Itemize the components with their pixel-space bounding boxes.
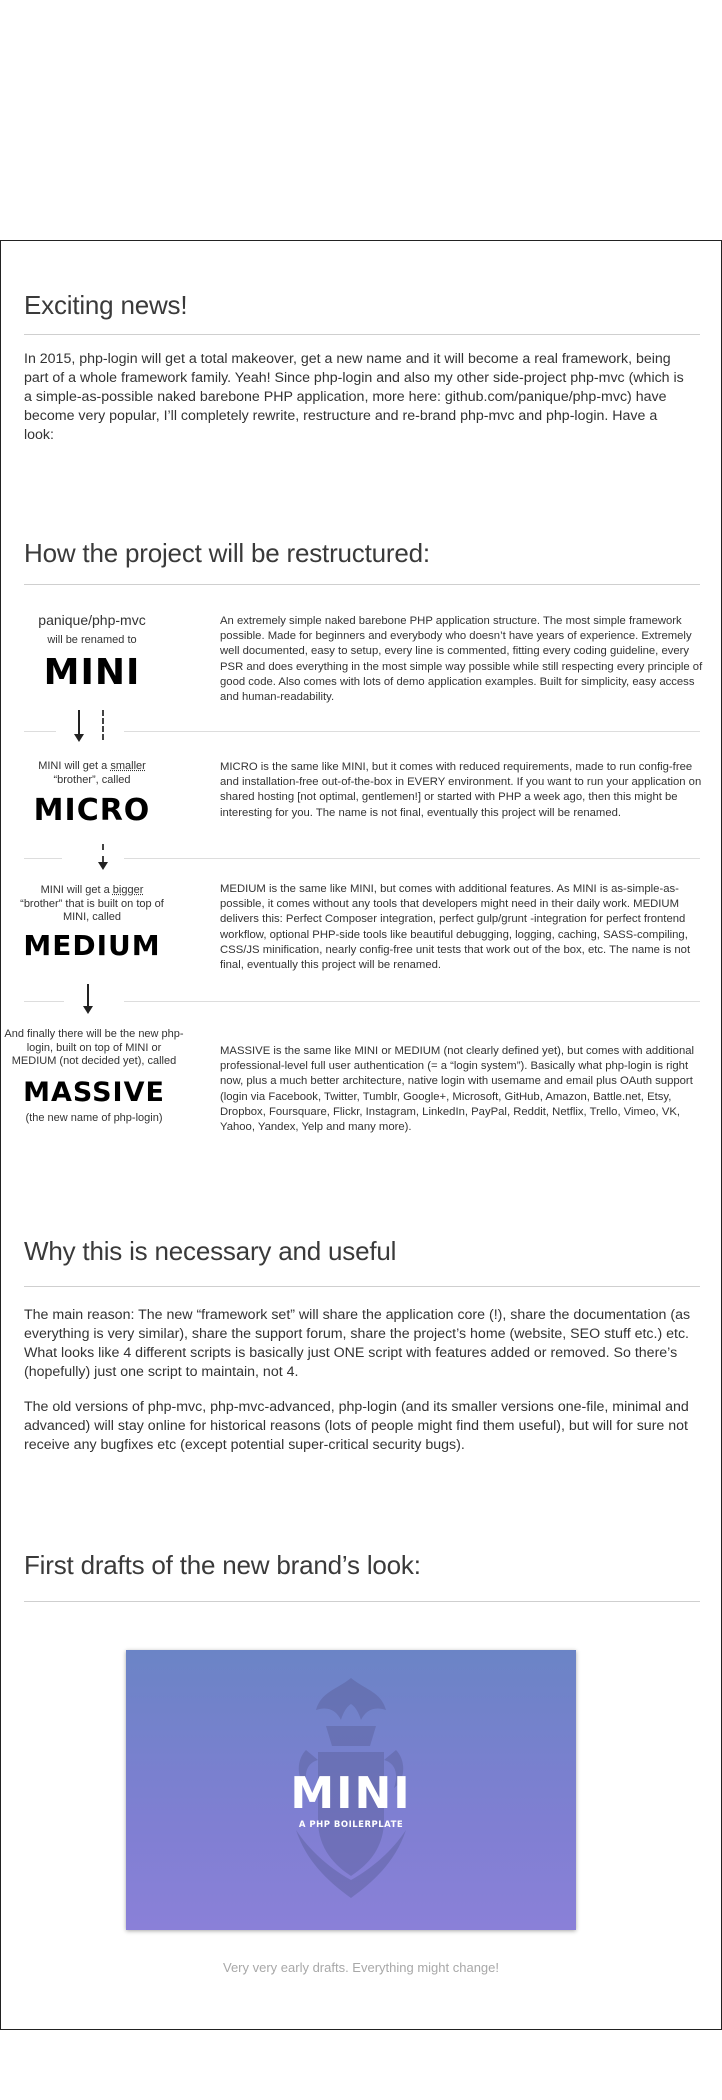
mini-description: An extremely simple naked barebone PHP a… <box>220 615 703 704</box>
row-separator <box>124 858 700 859</box>
why-paragraph-1: The main reason: The new “framework set”… <box>24 1307 691 1380</box>
news-title: Exciting news! <box>24 290 188 320</box>
divider <box>24 1286 700 1287</box>
medium-description: MEDIUM is the same like MINI, but comes … <box>220 883 691 972</box>
brand-draft-image: MINI A PHP BOILERPLATE <box>126 1650 576 1930</box>
news-intro: In 2015, php-login will get a total make… <box>24 351 684 443</box>
medium-brand: MEDIUM <box>23 928 161 962</box>
mini-block: panique/php-mvc will be renamed to MINI <box>12 612 172 693</box>
micro-note: MINI will get a smaller “brother”, calle… <box>38 760 146 786</box>
why-title: Why this is necessary and useful <box>24 1236 397 1266</box>
row-separator <box>24 731 56 732</box>
massive-note: And finally there will be the new php-lo… <box>4 1028 184 1068</box>
medium-note: MINI will get a bigger “brother” that is… <box>20 884 164 924</box>
massive-sub: (the new name of php-login) <box>25 1111 163 1124</box>
row-separator <box>24 1001 64 1002</box>
micro-brand: MICRO <box>33 793 151 829</box>
massive-block: And finally there will be the new php-lo… <box>4 1028 184 1125</box>
drafts-caption: Very very early drafts. Everything might… <box>222 1960 499 1975</box>
mini-repo-name: panique/php-mvc <box>38 612 146 628</box>
micro-description: MICRO is the same like MINI, but it come… <box>220 761 702 819</box>
medium-block: MINI will get a bigger “brother” that is… <box>12 884 172 962</box>
divider <box>24 1601 700 1602</box>
mini-note: will be renamed to <box>47 634 137 646</box>
drafts-title: First drafts of the new brand’s look: <box>24 1550 421 1580</box>
massive-description: MASSIVE is the same like MINI or MEDIUM … <box>220 1045 695 1134</box>
row-separator <box>124 731 700 732</box>
mini-brand: MINI <box>43 651 141 693</box>
divider <box>24 334 700 335</box>
divider <box>24 584 700 585</box>
restructure-title: How the project will be restructured: <box>24 538 430 568</box>
massive-brand: MASSIVE <box>23 1076 165 1108</box>
brand-wordmark: MINI <box>290 1768 412 1819</box>
row-separator <box>24 858 62 859</box>
micro-block: MINI will get a smaller “brother”, calle… <box>12 760 172 828</box>
brand-tagline: A PHP BOILERPLATE <box>298 1820 404 1830</box>
row-separator <box>124 1001 700 1002</box>
why-paragraph-2: The old versions of php-mvc, php-mvc-adv… <box>24 1399 689 1453</box>
